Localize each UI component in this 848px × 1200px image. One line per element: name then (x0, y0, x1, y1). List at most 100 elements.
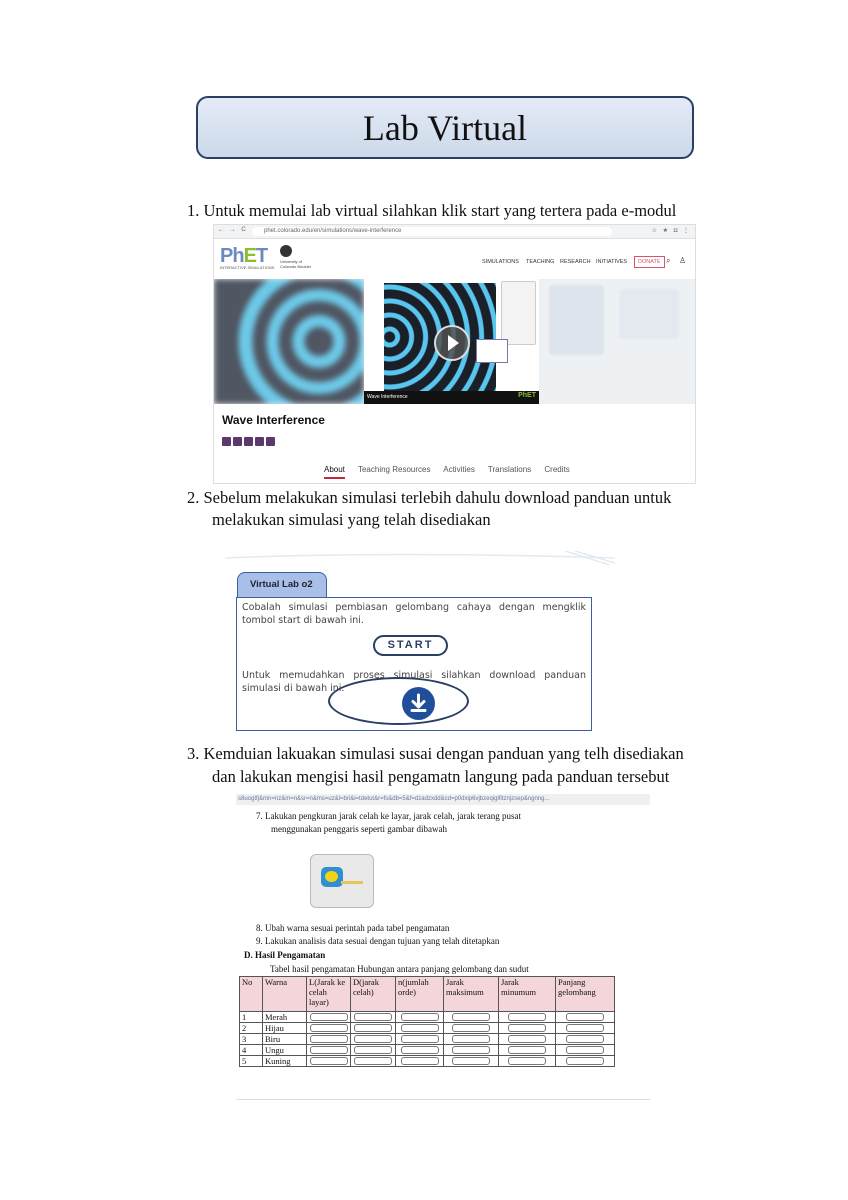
tab-translations: Translations (487, 465, 532, 474)
input-n[interactable] (395, 1022, 444, 1034)
blurred-background-left (214, 279, 364, 404)
table-header-row: No Warna L(Jarak ke celah layar) D(jarak… (239, 976, 615, 1012)
input-l[interactable] (306, 1011, 351, 1023)
input-jarak-maksimum[interactable] (443, 1011, 499, 1023)
browser-extension-icons: ☆ ★ ◘ ⋮ (651, 228, 691, 234)
input-jarak-maksimum[interactable] (443, 1022, 499, 1034)
nav-simulations: SIMULATIONS (482, 259, 519, 265)
header-warna: Warna (262, 976, 307, 1012)
twitter-icon (266, 437, 275, 446)
download-button[interactable] (402, 687, 435, 720)
worksheet-item-9: 9. Lakukan analisis data sesuai dengan t… (256, 936, 500, 946)
input-n[interactable] (395, 1033, 444, 1045)
row-no: 1 (239, 1011, 263, 1023)
header-d: D(jarak celah) (350, 976, 396, 1012)
download-arrow-icon (410, 693, 427, 712)
user-icon: ♙ (679, 256, 687, 265)
embed-icon (233, 437, 242, 446)
input-jarak-maksimum[interactable] (443, 1033, 499, 1045)
wave-graph (476, 339, 508, 363)
nav-initiatives: INITIATIVES (596, 259, 628, 265)
step-2-text-line2: melakukan simulasi yang telah disediakan (212, 510, 491, 529)
row-no: 3 (239, 1033, 263, 1045)
input-d[interactable] (350, 1033, 396, 1045)
virtual-lab-tab: Virtual Lab o2 (237, 572, 327, 598)
row-no: 4 (239, 1044, 263, 1056)
input-n[interactable] (395, 1044, 444, 1056)
input-d[interactable] (350, 1022, 396, 1034)
tab-teaching-resources: Teaching Resources (357, 465, 431, 474)
header-l: L(Jarak ke celah layar) (306, 976, 351, 1012)
row-warna: Merah (262, 1011, 307, 1023)
input-l[interactable] (306, 1033, 351, 1045)
simulation-preview: Wave Interference PhET (214, 279, 695, 404)
input-l[interactable] (306, 1055, 351, 1067)
row-warna: Kuning (262, 1055, 307, 1067)
donate-button: DONATE (634, 256, 665, 268)
nav-research: RESEARCH (560, 259, 591, 265)
input-n[interactable] (395, 1055, 444, 1067)
tab-about: About (324, 465, 345, 479)
phet-small-logo: PhET (518, 392, 536, 399)
table-row: 1 Merah (239, 1011, 615, 1023)
table-caption: Tabel hasil pengamatan Hubungan antara p… (270, 964, 529, 974)
worksheet-screenshot: s8uogtfj&mn=nz&m=n&sr=n&ms=uz&l=bri&i=td… (236, 794, 650, 1100)
row-warna: Hijau (262, 1022, 307, 1034)
simulation-bar-label: Wave Interference (367, 394, 408, 400)
tab-credits: Credits (544, 465, 570, 474)
input-panjang-gelombang[interactable] (555, 1044, 615, 1056)
step-1-text: 1. Untuk memulai lab virtual silahkan kl… (187, 201, 677, 220)
start-button[interactable]: START (373, 635, 448, 656)
input-d[interactable] (350, 1055, 396, 1067)
worksheet-item-7-line1: 7. Lakukan pengkuran jarak celah ke laya… (256, 811, 522, 821)
worksheet-item-7-line2: menggunakan penggaris seperti gambar dib… (271, 824, 447, 834)
blurred-background-right (539, 279, 695, 404)
browser-nav-icons: ← → C (218, 227, 248, 233)
input-jarak-maksimum[interactable] (443, 1044, 499, 1056)
input-jarak-maksimum[interactable] (443, 1055, 499, 1067)
share-icons (222, 437, 275, 446)
play-icon (434, 325, 470, 361)
header-jarak-minumum: Jarak minumum (498, 976, 556, 1012)
input-n[interactable] (395, 1011, 444, 1023)
input-d[interactable] (350, 1044, 396, 1056)
input-d[interactable] (350, 1011, 396, 1023)
step-3-text-line1: 3. Kemduian lakuakan simulasi susai deng… (187, 744, 684, 763)
section-heading-hasil-pengamatan: D. Hasil Pengamatan (244, 950, 326, 960)
input-jarak-minumum[interactable] (498, 1055, 556, 1067)
cu-logo-text: University of Colorado Boulder (280, 259, 312, 269)
download-highlight-oval (328, 677, 469, 725)
row-warna: Ungu (262, 1044, 307, 1056)
row-no: 2 (239, 1022, 263, 1034)
phet-logo-subtitle: INTERACTIVE SIMULATIONS (220, 265, 275, 270)
control-panel (501, 281, 536, 345)
input-jarak-minumum[interactable] (498, 1033, 556, 1045)
print-icon (244, 437, 253, 446)
input-l[interactable] (306, 1022, 351, 1034)
input-panjang-gelombang[interactable] (555, 1055, 615, 1067)
input-panjang-gelombang[interactable] (555, 1022, 615, 1034)
input-jarak-minumum[interactable] (498, 1011, 556, 1023)
worksheet-url-bar: s8uogtfj&mn=nz&m=n&sr=n&ms=uz&l=bri&i=td… (236, 794, 650, 805)
tape-measure-image (310, 854, 374, 908)
facebook-icon (255, 437, 264, 446)
search-icon: ⌕ (666, 256, 671, 265)
input-l[interactable] (306, 1044, 351, 1056)
row-warna: Biru (262, 1033, 307, 1045)
input-jarak-minumum[interactable] (498, 1022, 556, 1034)
table-row: 2 Hijau (239, 1022, 615, 1034)
phet-screenshot: ← → C phet.colorado.edu/en/simulations/w… (213, 224, 696, 484)
input-panjang-gelombang[interactable] (555, 1033, 615, 1045)
page-title: Lab Virtual (362, 107, 528, 148)
observation-table: No Warna L(Jarak ke celah layar) D(jarak… (239, 976, 615, 1067)
step-3-text-line2: dan lakukan mengisi hasil pengamatn lang… (212, 767, 670, 786)
table-row: 3 Biru (239, 1033, 615, 1045)
header-n: n(jumlah orde) (395, 976, 444, 1012)
input-jarak-minumum[interactable] (498, 1044, 556, 1056)
row-no: 5 (239, 1055, 263, 1067)
download-icon (222, 437, 231, 446)
input-panjang-gelombang[interactable] (555, 1011, 615, 1023)
table-row: 4 Ungu (239, 1044, 615, 1056)
browser-url: phet.colorado.edu/en/simulations/wave-in… (252, 227, 612, 236)
simulation-screen: Wave Interference PhET (364, 279, 539, 404)
